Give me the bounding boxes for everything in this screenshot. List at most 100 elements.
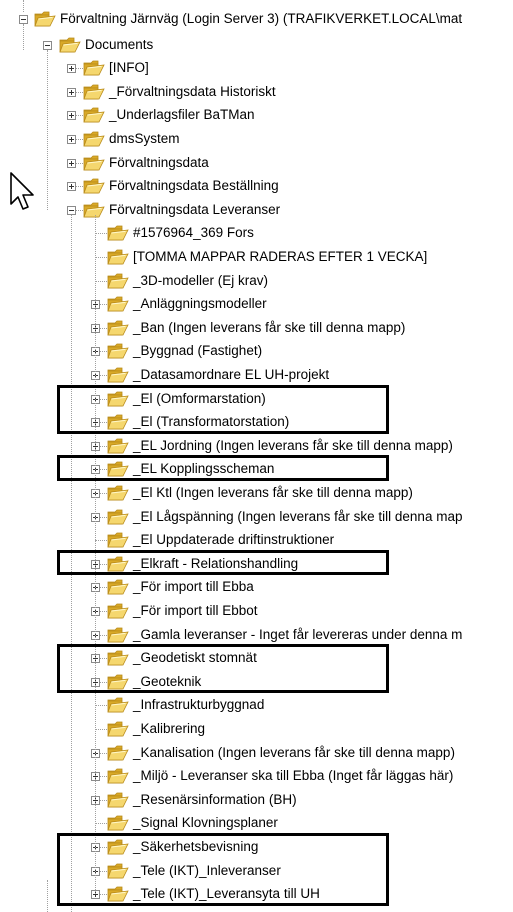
tree-connector-line	[75, 91, 83, 93]
expand-toggle[interactable]	[67, 135, 76, 144]
expand-toggle[interactable]	[67, 87, 76, 97]
folder-icon	[83, 107, 105, 123]
tree-item-label: Förvaltningsdata Leveranser	[109, 201, 281, 217]
tree-item-level3[interactable]: _För import till Ebbot	[107, 600, 513, 622]
tree-connector-line	[75, 186, 83, 188]
tree-item-level3[interactable]: _Byggnad (Fastighet)	[107, 340, 513, 362]
expand-toggle[interactable]	[67, 158, 76, 168]
folder-icon	[107, 815, 129, 831]
tree-item-level2[interactable]: dmsSystem	[83, 128, 513, 150]
folder-icon	[107, 768, 129, 784]
tree-connector-line	[23, 0, 24, 12]
tree-connector-line	[95, 705, 107, 707]
tree-connector-line	[95, 823, 107, 825]
expand-toggle[interactable]	[67, 111, 76, 121]
tree-connector-line	[95, 233, 107, 235]
tree-item-label: dmsSystem	[109, 131, 180, 146]
tree-item-label: Förvaltning Järnväg (Login Server 3) (TR…	[60, 11, 463, 26]
tree-item-level3[interactable]: _Infrastrukturbyggnad	[107, 694, 513, 716]
folder-icon	[83, 178, 105, 194]
folder-icon	[107, 509, 129, 524]
folder-icon	[83, 60, 105, 76]
folder-icon	[83, 155, 105, 170]
folder-icon	[83, 84, 105, 100]
highlight-box	[57, 549, 389, 576]
tree-item-documents[interactable]: Documents	[59, 34, 513, 56]
tree-item-level3[interactable]: _Kanalisation (Ingen leverans får ske ti…	[107, 742, 513, 764]
folder-icon	[107, 249, 129, 265]
tree-item-level3[interactable]: _El Ktl (Ingen leverans får ske till den…	[107, 482, 513, 504]
tree-item-label: _För import till Ebba	[133, 579, 254, 595]
tree-item-label: [TOMMA MAPPAR RADERAS EFTER 1 VECKA]	[133, 249, 428, 264]
folder-tree: Förvaltning Järnväg (Login Server 3) (TR…	[0, 0, 513, 912]
folder-icon	[107, 320, 129, 336]
tree-item-level3[interactable]: _Anläggningsmodeller	[107, 293, 513, 315]
tree-item-root[interactable]: Förvaltning Järnväg (Login Server 3) (TR…	[34, 8, 513, 30]
folder-icon	[107, 745, 129, 760]
tree-item-label: _Datasamordnare EL UH-projekt	[133, 367, 330, 382]
tree-connector-line	[95, 729, 107, 730]
tree-item-label: _Kalibrering	[133, 721, 206, 736]
tree-item-label: Documents	[85, 36, 154, 52]
tree-item-label: _För import till Ebbot	[133, 603, 258, 618]
folder-icon	[107, 367, 129, 383]
tree-item-level2[interactable]: _Förvaltningsdata Historiskt	[83, 81, 513, 103]
tree-item-label: _3D-modeller (Ej krav)	[133, 272, 269, 288]
collapse-toggle[interactable]	[67, 205, 76, 215]
tree-item-level3[interactable]: _El Lågspänning (Ingen leverans får ske …	[107, 506, 513, 528]
expand-toggle[interactable]	[67, 64, 76, 74]
tree-item-level3[interactable]: [TOMMA MAPPAR RADERAS EFTER 1 VECKA]	[107, 246, 513, 268]
tree-item-level3[interactable]: _Resenärsinformation (BH)	[107, 789, 513, 811]
tree-connector-line	[75, 115, 83, 117]
tree-item-label: _Signal Klovningsplaner	[133, 815, 278, 831]
folder-icon	[83, 131, 105, 147]
folder-icon	[107, 438, 129, 454]
folder-icon	[107, 627, 129, 642]
expand-toggle[interactable]	[67, 182, 76, 192]
tree-item-level2[interactable]: _Underlagsfiler BaTMan	[83, 104, 513, 126]
documents-collapse-toggle[interactable]	[43, 40, 52, 50]
tree-item-level2[interactable]: [INFO]	[83, 57, 513, 79]
tree-item-label: _Förvaltningsdata Historiskt	[109, 83, 276, 99]
tree-item-level3[interactable]: _EL Jordning (Ingen leverans får ske til…	[107, 435, 513, 457]
tree-connector-line	[75, 68, 83, 70]
tree-item-level3[interactable]: _Ban (Ingen leverans får ske till denna …	[107, 317, 513, 339]
tree-item-label: _Kanalisation (Ingen leverans får ske ti…	[133, 744, 455, 760]
tree-item-label: _El Lågspänning (Ingen leverans får ske …	[133, 508, 463, 524]
tree-item-label: #1576964_369 Fors	[133, 225, 254, 241]
tree-item-level2[interactable]: Förvaltningsdata Beställning	[83, 175, 513, 197]
highlight-box	[57, 833, 389, 906]
folder-icon	[107, 296, 129, 312]
tree-connector-line	[75, 209, 83, 211]
tree-item-level3[interactable]: #1576964_369 Fors	[107, 222, 513, 244]
tree-item-level3[interactable]: _El Uppdaterade driftinstruktioner	[107, 529, 513, 551]
tree-item-label: Förvaltningsdata	[109, 154, 209, 170]
tree-item-label: _Ban (Ingen leverans får ske till denna …	[133, 319, 406, 335]
tree-item-label: _Gamla leveranser - Inget får levereras …	[133, 626, 463, 642]
tree-item-level2[interactable]: Förvaltningsdata Leveranser	[83, 199, 513, 221]
folder-icon	[83, 202, 105, 218]
tree-connector-line	[75, 139, 83, 140]
tree-item-level3[interactable]: _3D-modeller (Ej krav)	[107, 270, 513, 292]
tree-connector-line	[23, 24, 24, 50]
folder-icon	[107, 579, 129, 595]
highlight-box	[57, 455, 389, 481]
tree-item-label: _Miljö - Leveranser ska till Ebba (Inget…	[133, 768, 454, 784]
tree-item-label: _Anläggningsmodeller	[133, 296, 267, 312]
folder-icon	[107, 225, 129, 241]
tree-item-label: _El Ktl (Ingen leverans får ske till den…	[133, 485, 413, 500]
tree-item-level2[interactable]: Förvaltningsdata	[83, 152, 513, 174]
root-collapse-toggle[interactable]	[19, 15, 28, 24]
folder-icon	[59, 37, 81, 52]
tree-item-label: _Infrastrukturbyggnad	[133, 697, 265, 713]
tree-item-level3[interactable]: _Signal Klovningsplaner	[107, 812, 513, 834]
tree-item-level3[interactable]: _Gamla leveranser - Inget får levereras …	[107, 624, 513, 646]
tree-connector-line	[95, 280, 107, 282]
tree-item-level3[interactable]: _Datasamordnare EL UH-projekt	[107, 364, 513, 386]
tree-item-level3[interactable]: _Kalibrering	[107, 718, 513, 740]
tree-item-level3[interactable]: _För import till Ebba	[107, 576, 513, 598]
folder-icon	[107, 721, 129, 737]
highlight-box	[57, 384, 389, 434]
tree-item-label: _Byggnad (Fastighet)	[133, 343, 263, 359]
tree-item-level3[interactable]: _Miljö - Leveranser ska till Ebba (Inget…	[107, 765, 513, 787]
